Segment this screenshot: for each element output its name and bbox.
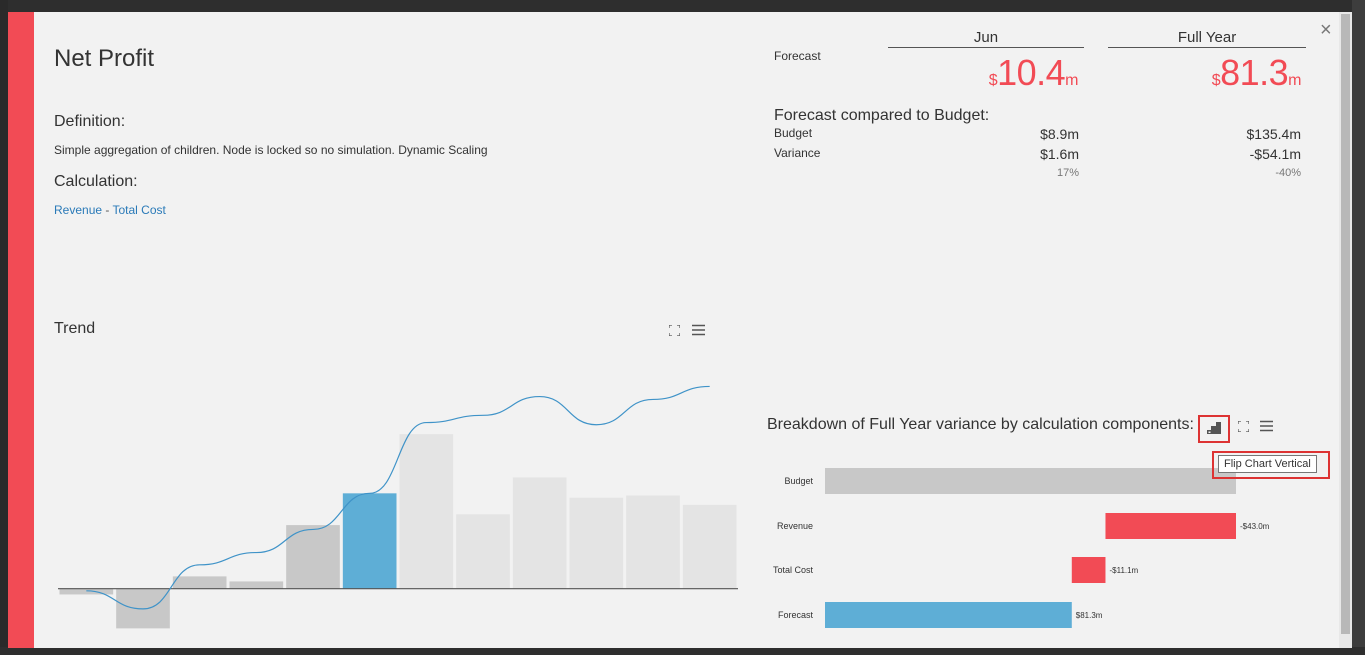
background-app-strip xyxy=(0,0,1365,12)
forecast-value-full-year: $81.3m xyxy=(1111,52,1302,94)
net-profit-modal: × Net Profit Definition: Simple aggregat… xyxy=(8,12,1339,648)
flip-chart-icon[interactable] xyxy=(1207,422,1221,437)
trend-bar xyxy=(682,504,737,589)
trend-bar xyxy=(626,495,680,589)
breakdown-title: Breakdown of Full Year variance by calcu… xyxy=(767,416,1194,433)
breakdown-category-label: Budget xyxy=(784,476,813,486)
trend-bar xyxy=(569,497,624,589)
definition-heading: Definition: xyxy=(54,113,126,130)
revenue-link[interactable]: Revenue xyxy=(54,203,102,217)
unit-suffix: m xyxy=(1288,72,1301,89)
background-app-bottom xyxy=(0,647,1365,655)
close-icon[interactable]: × xyxy=(1320,20,1332,40)
trend-bar xyxy=(456,514,510,589)
trend-bar xyxy=(512,477,567,589)
variance-pct-full-year: -40% xyxy=(1275,167,1301,179)
variance-value-jun: $1.6m xyxy=(1040,146,1079,162)
trend-bar xyxy=(59,588,114,595)
trend-chart xyxy=(58,385,738,629)
variance-value-full-year: -$54.1m xyxy=(1249,146,1301,162)
column-header-jun: Jun xyxy=(888,29,1084,48)
trend-bar xyxy=(229,581,284,589)
breakdown-category-label: Total Cost xyxy=(773,565,814,575)
trend-title: Trend xyxy=(54,320,96,337)
total-cost-link[interactable]: Total Cost xyxy=(113,203,166,217)
breakdown-bar xyxy=(1105,513,1236,539)
breakdown-chart: Budget Revenue -$43.0m Total Cost -$11.1m For… xyxy=(773,468,1270,628)
scrollbar-thumb[interactable] xyxy=(1341,14,1350,634)
breakdown-bar xyxy=(825,468,1236,494)
breakdown-bar xyxy=(1071,557,1106,583)
modal-title: Net Profit xyxy=(54,45,155,72)
forecast-label: Forecast xyxy=(774,49,821,63)
trend-bar xyxy=(399,434,454,589)
breakdown-bar xyxy=(825,602,1072,628)
modal-accent-bar xyxy=(8,12,34,648)
currency-symbol: $ xyxy=(1211,72,1221,89)
calculation-formula: Revenue - Total Cost xyxy=(54,203,166,217)
forecast-value-jun: $10.4m xyxy=(888,52,1079,94)
background-app-edge xyxy=(0,0,8,655)
breakdown-data-label: $81.3m xyxy=(1076,611,1103,620)
menu-icon[interactable] xyxy=(692,324,705,339)
variance-pct-jun: 17% xyxy=(1056,167,1079,179)
budget-label: Budget xyxy=(774,126,813,140)
definition-text: Simple aggregation of children. Node is … xyxy=(54,143,488,157)
currency-symbol: $ xyxy=(988,72,998,89)
column-header-full-year: Full Year xyxy=(1108,29,1306,48)
unit-suffix: m xyxy=(1065,72,1078,89)
variance-label: Variance xyxy=(774,146,821,160)
breakdown-category-label: Revenue xyxy=(777,521,813,531)
background-app-edge-right xyxy=(1352,0,1365,655)
compare-heading: Forecast compared to Budget: xyxy=(774,107,990,124)
breakdown-data-label: -$43.0m xyxy=(1240,522,1270,531)
expand-icon[interactable] xyxy=(668,324,681,339)
budget-value-full-year: $135.4m xyxy=(1246,126,1301,142)
trend-bar xyxy=(172,576,227,589)
flip-chart-tooltip: Flip Chart Vertical xyxy=(1218,455,1317,473)
trend-bar xyxy=(342,493,397,589)
forecast-number: 81.3 xyxy=(1220,52,1289,93)
breakdown-category-label: Forecast xyxy=(778,610,814,620)
menu-icon[interactable] xyxy=(1260,420,1273,435)
calculation-operator: - xyxy=(102,203,113,217)
budget-value-jun: $8.9m xyxy=(1040,126,1079,142)
expand-icon[interactable] xyxy=(1237,420,1250,435)
calculation-heading: Calculation: xyxy=(54,173,138,190)
forecast-number: 10.4 xyxy=(997,52,1066,93)
breakdown-data-label: -$11.1m xyxy=(1109,566,1138,575)
